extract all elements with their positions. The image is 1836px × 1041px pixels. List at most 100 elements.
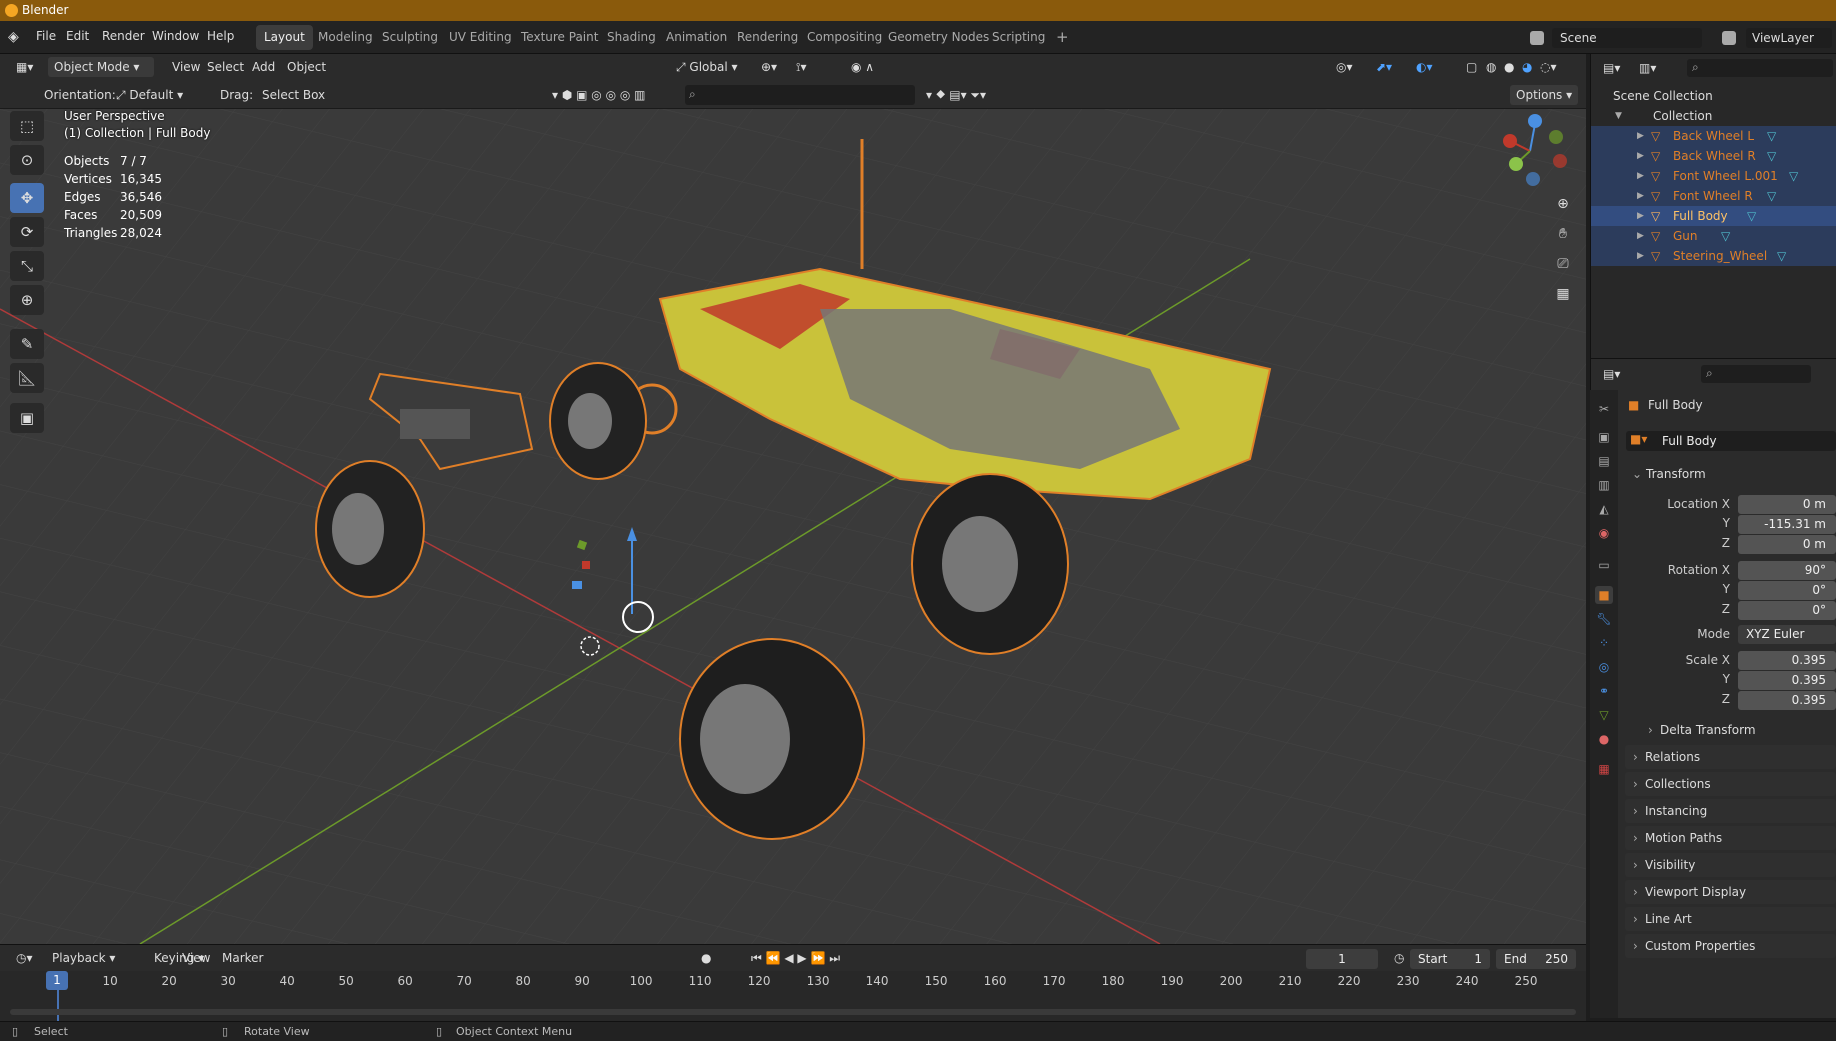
expand-icon[interactable]: ▶ xyxy=(1637,166,1644,186)
scene-selector[interactable]: Scene xyxy=(1552,28,1702,48)
filter-search-input[interactable]: ⌕ xyxy=(685,85,915,105)
proportional-edit-icon[interactable]: ◉ ∧ xyxy=(845,57,880,77)
display-mode-icon[interactable]: ▥▾ xyxy=(1633,58,1662,78)
outliner-object-row[interactable]: ▶ ▽ Font Wheel R ▽ xyxy=(1591,186,1836,206)
view-layer-tab-icon[interactable]: ▥ xyxy=(1595,476,1613,494)
collection-tab-icon[interactable]: ▭ xyxy=(1595,556,1613,574)
expand-icon[interactable]: ▶ xyxy=(1637,206,1644,226)
location-z-field[interactable]: 0 m xyxy=(1738,535,1836,554)
custom-properties-section[interactable]: Custom Properties xyxy=(1625,934,1836,958)
transform-tool-icon[interactable]: ⊕ xyxy=(10,285,44,315)
transform-orientation[interactable]: ⤢ Global ▾ xyxy=(670,57,744,77)
options-dropdown[interactable]: Options ▾ xyxy=(1510,85,1579,105)
expand-icon[interactable]: ▶ xyxy=(1637,246,1644,266)
rotation-z-field[interactable]: 0° xyxy=(1738,601,1836,620)
scale-y-field[interactable]: 0.395 xyxy=(1738,671,1836,690)
orientation-dropdown[interactable]: ⤢ Default ▾ xyxy=(110,85,206,105)
render-tab-icon[interactable]: ▣ xyxy=(1595,428,1613,446)
pan-hand-icon[interactable]: ✋︎ xyxy=(1550,221,1576,247)
physics-tab-icon[interactable]: ◎ xyxy=(1595,658,1613,676)
clock-icon[interactable]: ◷ xyxy=(1388,948,1410,968)
expand-icon[interactable]: ▼ xyxy=(1615,106,1622,126)
menu-help[interactable]: Help xyxy=(207,29,234,43)
collections-section[interactable]: Collections xyxy=(1625,772,1836,796)
select-box-tool-icon[interactable]: ⬚ xyxy=(10,111,44,141)
viewlayer-selector[interactable]: ViewLayer xyxy=(1746,28,1832,48)
location-y-field[interactable]: -115.31 m xyxy=(1738,515,1836,534)
viewlayer-icon[interactable] xyxy=(1722,31,1736,45)
scale-x-field[interactable]: 0.395 xyxy=(1738,651,1836,670)
playhead[interactable]: 1 xyxy=(46,971,68,990)
tool-tab-icon[interactable]: ✂ xyxy=(1595,400,1613,418)
tab-texture-paint[interactable]: Texture Paint xyxy=(513,25,606,50)
outliner-search-input[interactable]: ⌕ xyxy=(1687,59,1833,77)
scene-icon[interactable] xyxy=(1530,31,1544,45)
outliner-object-row[interactable]: ▶ ▽ Font Wheel L.001 ▽ xyxy=(1591,166,1836,186)
start-frame-field[interactable]: Start 1 xyxy=(1410,949,1490,969)
tab-scripting[interactable]: Scripting xyxy=(984,25,1053,50)
outliner-object-row[interactable]: ▶ ▽ Back Wheel L ▽ xyxy=(1591,126,1836,146)
menu-select[interactable]: Select xyxy=(201,57,250,77)
object-name-field[interactable]: Full Body xyxy=(1626,431,1836,451)
menu-object[interactable]: Object xyxy=(281,57,332,77)
outliner-editor-icon[interactable]: ▤▾ xyxy=(1597,58,1626,78)
menu-view[interactable]: View xyxy=(176,948,216,968)
viewport-display-section[interactable]: Viewport Display xyxy=(1625,880,1836,904)
add-cube-tool-icon[interactable]: ▣ xyxy=(10,403,44,433)
visibility-section[interactable]: Visibility xyxy=(1625,853,1836,877)
transform-panel-header[interactable]: Transform xyxy=(1646,467,1706,481)
menu-playback[interactable]: Playback ▾ xyxy=(46,948,121,968)
expand-icon[interactable]: ▶ xyxy=(1637,186,1644,206)
outliner-object-row[interactable]: ▶ ▽ Back Wheel R ▽ xyxy=(1591,146,1836,166)
instancing-section[interactable]: Instancing xyxy=(1625,799,1836,823)
relations-section[interactable]: Relations xyxy=(1625,745,1836,769)
material-tab-icon[interactable]: ● xyxy=(1595,730,1613,748)
select-mode-icons[interactable]: ▾ ⬢ ▣ ◎ ◎ ◎ ▥ xyxy=(546,85,651,105)
rotate-tool-icon[interactable]: ⟳ xyxy=(10,217,44,247)
annotate-tool-icon[interactable]: ✎ xyxy=(10,329,44,359)
scale-tool-icon[interactable]: ⤡ xyxy=(10,251,44,281)
current-frame-field[interactable]: 1 xyxy=(1306,949,1378,969)
world-tab-icon[interactable]: ◉ xyxy=(1595,524,1613,542)
end-frame-field[interactable]: End 250 xyxy=(1496,949,1576,969)
location-x-field[interactable]: 0 m xyxy=(1738,495,1836,514)
drag-dropdown[interactable]: Select Box ▾ xyxy=(256,85,336,122)
cursor-tool-icon[interactable]: ⊙ xyxy=(10,145,44,175)
3d-viewport[interactable]: User Perspective (1) Collection | Full B… xyxy=(0,109,1586,944)
timeline-area[interactable]: 10 20 30 40 50 60 70 80 90 100 110 120 130 140 150 160 1… xyxy=(0,971,1586,1021)
texture-tab-icon[interactable]: ▦ xyxy=(1595,760,1613,778)
modifier-tab-icon[interactable]: 🔧︎ xyxy=(1595,610,1613,628)
overlay-icon[interactable]: ◐▾ xyxy=(1410,57,1439,77)
filter-icons[interactable]: ▾ ⯁ ▤▾ ⏷▾ xyxy=(920,85,992,105)
object-tab-icon[interactable]: ■ xyxy=(1595,586,1613,604)
playback-controls-icons[interactable]: ⏮ ⏪ ◀ ▶ ⏩ ⏭ xyxy=(745,948,846,968)
mode-selector[interactable]: Object Mode ▾ xyxy=(48,57,154,77)
properties-editor-icon[interactable]: ▤▾ xyxy=(1597,364,1626,384)
gizmo-icon[interactable]: ⬈▾ xyxy=(1370,57,1398,77)
scale-z-field[interactable]: 0.395 xyxy=(1738,691,1836,710)
editor-type-icon[interactable]: ▦▾ xyxy=(10,57,39,77)
tab-uv-editing[interactable]: UV Editing xyxy=(441,25,520,50)
pivot-icon[interactable]: ⊕▾ xyxy=(755,57,783,77)
measure-tool-icon[interactable]: 📐︎ xyxy=(10,363,44,393)
tab-geometry-nodes[interactable]: Geometry Nodes xyxy=(880,25,997,50)
add-workspace-icon[interactable]: + xyxy=(1048,25,1077,50)
expand-icon[interactable]: › xyxy=(1648,723,1653,737)
menu-window[interactable]: Window xyxy=(152,29,199,43)
expand-icon[interactable]: ▶ xyxy=(1637,226,1644,246)
object-type-icon[interactable]: ■▾ xyxy=(1630,432,1647,446)
expand-icon[interactable]: ▶ xyxy=(1637,126,1644,146)
menu-file[interactable]: File xyxy=(36,29,56,43)
shading-rendered-icon[interactable]: ◌▾ xyxy=(1534,57,1563,77)
collapse-icon[interactable]: ⌄ xyxy=(1632,467,1642,481)
collection-row[interactable]: ▼ Collection xyxy=(1591,106,1836,126)
timeline-scrollbar[interactable] xyxy=(10,1009,1576,1015)
outliner-object-row-active[interactable]: ▶ ▽ Full Body ▽ xyxy=(1591,206,1836,226)
output-tab-icon[interactable]: ▤ xyxy=(1595,452,1613,470)
outliner-object-row[interactable]: ▶ ▽ Gun ▽ xyxy=(1591,226,1836,246)
rotation-y-field[interactable]: 0° xyxy=(1738,581,1836,600)
expand-icon[interactable]: ▶ xyxy=(1637,146,1644,166)
zoom-icon[interactable]: ⊕ xyxy=(1550,191,1576,217)
delta-transform-header[interactable]: Delta Transform xyxy=(1660,723,1756,737)
line-art-section[interactable]: Line Art xyxy=(1625,907,1836,931)
